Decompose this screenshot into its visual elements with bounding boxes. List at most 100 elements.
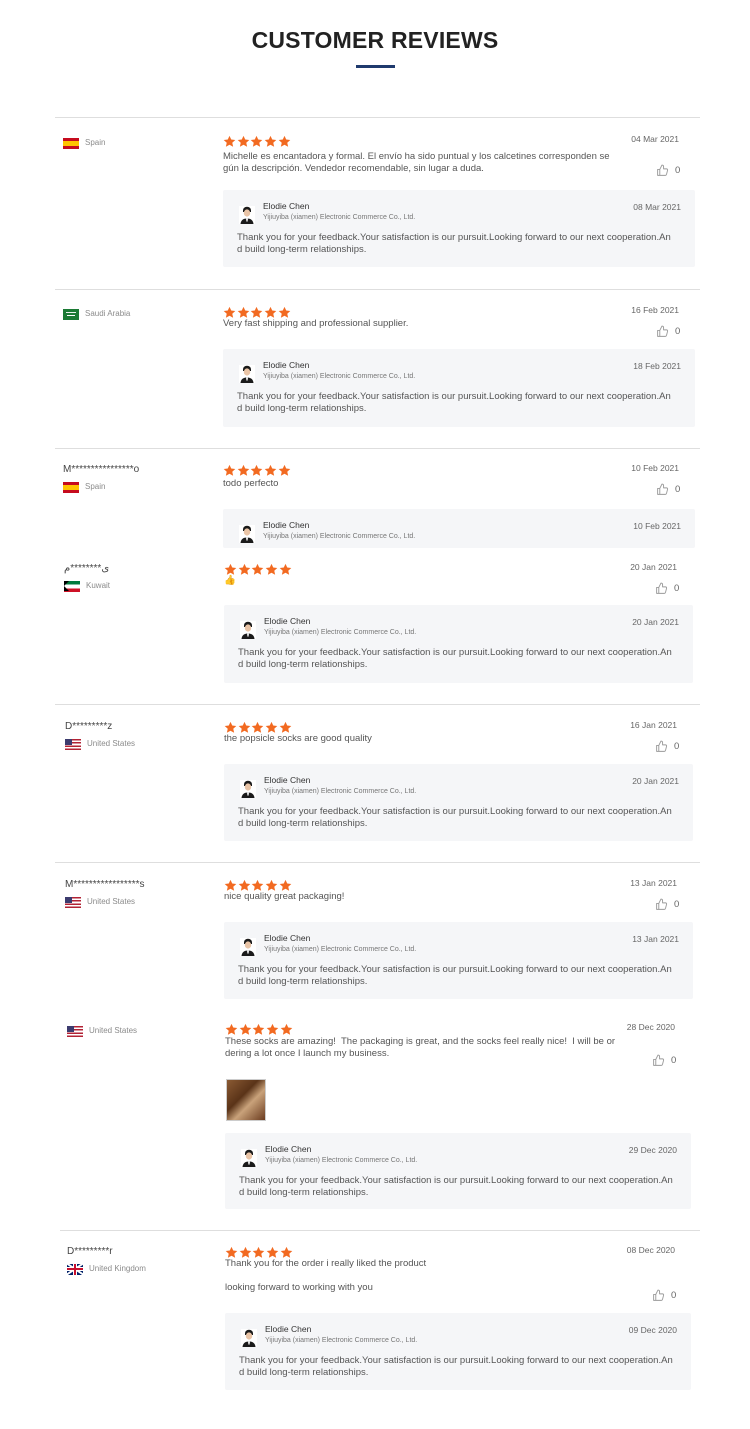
like-button[interactable]: 0 bbox=[655, 582, 679, 595]
like-button[interactable]: 0 bbox=[655, 740, 679, 753]
star-icon bbox=[250, 135, 263, 148]
thumbs-up-icon bbox=[656, 483, 669, 496]
review-date: 20 Jan 2021 bbox=[630, 562, 677, 572]
reply-date: 13 Jan 2021 bbox=[632, 934, 679, 944]
review-date: 08 Dec 2020 bbox=[626, 1245, 675, 1255]
reviewer-name: D*********z bbox=[65, 721, 113, 732]
like-button[interactable]: 0 bbox=[655, 898, 679, 911]
country-name: United Kingdom bbox=[89, 1264, 146, 1273]
reviewer-info: M****************o Spain bbox=[63, 464, 139, 493]
review-text: 👍 bbox=[224, 575, 236, 586]
like-button[interactable]: 0 bbox=[652, 1289, 676, 1302]
like-count: 0 bbox=[675, 165, 681, 176]
reply-date: 18 Feb 2021 bbox=[633, 361, 681, 371]
star-rating bbox=[223, 135, 291, 148]
star-icon bbox=[264, 135, 277, 148]
review-text: the popsicle socks are good quality bbox=[224, 733, 372, 744]
country-name: United States bbox=[87, 897, 136, 906]
reviewer-info: United States bbox=[67, 1025, 137, 1037]
review-date: 28 Dec 2020 bbox=[626, 1022, 675, 1032]
reply-author: Elodie Chen bbox=[263, 201, 310, 211]
reviewer-info: Saudi Arabia bbox=[63, 308, 130, 320]
like-button[interactable]: 0 bbox=[656, 164, 680, 177]
like-count: 0 bbox=[674, 583, 680, 594]
star-icon bbox=[280, 1023, 293, 1036]
reply-text: Thank you for your feedback.Your satisfa… bbox=[238, 964, 672, 987]
review-date: 16 Jan 2021 bbox=[630, 720, 677, 730]
like-button[interactable]: 0 bbox=[656, 483, 680, 496]
like-count: 0 bbox=[674, 899, 680, 910]
reviewer-name: D*********r bbox=[67, 1246, 113, 1257]
seller-reply: Elodie Chen Yijiuyiba (xiamen) Electronic… bbox=[223, 349, 695, 427]
seller-reply: Elodie Chen Yijiuyiba (xiamen) Electronic… bbox=[225, 1313, 691, 1390]
reply-date: 09 Dec 2020 bbox=[628, 1325, 677, 1335]
reply-text: Thank you for your feedback.Your satisfa… bbox=[237, 391, 671, 414]
reply-author: Elodie Chen bbox=[263, 520, 310, 530]
like-button[interactable]: 0 bbox=[652, 1054, 676, 1067]
like-count: 0 bbox=[671, 1290, 677, 1301]
star-icon bbox=[239, 1023, 252, 1036]
seller-reply: Elodie Chen Yijiuyiba (xiamen) Electronic… bbox=[223, 509, 695, 548]
review-text: Thank you for the order i really liked t… bbox=[225, 1258, 427, 1293]
star-icon bbox=[237, 464, 250, 477]
reply-author: Elodie Chen bbox=[263, 360, 310, 370]
country-name: Spain bbox=[85, 482, 106, 491]
review-divider bbox=[55, 448, 700, 449]
like-count: 0 bbox=[671, 1055, 677, 1066]
like-button[interactable]: 0 bbox=[656, 325, 680, 338]
person-avatar-icon bbox=[239, 365, 255, 383]
reply-date: 10 Feb 2021 bbox=[633, 521, 681, 531]
person-avatar-icon bbox=[239, 525, 255, 543]
review-text: Michelle es encantadora y formal. El env… bbox=[223, 151, 610, 174]
reply-date: 20 Jan 2021 bbox=[632, 617, 679, 627]
reply-author: Elodie Chen bbox=[265, 1324, 312, 1334]
reviewer-info: D*********r United Kingdom bbox=[67, 1246, 146, 1275]
country-flag-icon bbox=[65, 896, 81, 908]
reply-company: Yijiuyiba (xiamen) Electronic Commerce C… bbox=[264, 788, 417, 795]
like-count: 0 bbox=[675, 484, 681, 495]
reply-text: Thank you for your feedback.Your satisfa… bbox=[239, 1175, 673, 1198]
review-text: These socks are amazing! The packaging i… bbox=[225, 1036, 616, 1059]
reply-author: Elodie Chen bbox=[265, 1144, 312, 1154]
reviewer-country: Spain bbox=[63, 137, 105, 149]
reply-company: Yijiuyiba (xiamen) Electronic Commerce C… bbox=[265, 1157, 418, 1164]
thumbs-up-icon bbox=[652, 1289, 665, 1302]
review-date: 10 Feb 2021 bbox=[631, 463, 679, 473]
country-name: Spain bbox=[85, 138, 106, 147]
reply-author: Elodie Chen bbox=[264, 775, 311, 785]
person-avatar-icon bbox=[241, 1149, 257, 1167]
country-name: Saudi Arabia bbox=[85, 309, 131, 318]
person-avatar-icon bbox=[240, 780, 256, 798]
country-name: United States bbox=[87, 739, 136, 748]
country-flag-icon bbox=[63, 137, 79, 149]
person-avatar-icon bbox=[239, 206, 255, 224]
country-flag-icon bbox=[63, 308, 79, 320]
reviewer-country: United States bbox=[65, 738, 135, 750]
star-icon bbox=[223, 135, 236, 148]
review-text: nice quality great packaging! bbox=[224, 891, 345, 902]
reviewer-info: D*********z United States bbox=[65, 721, 135, 750]
reviewer-country: Kuwait bbox=[64, 580, 110, 592]
star-icon bbox=[252, 1023, 265, 1036]
seller-reply: Elodie Chen Yijiuyiba (xiamen) Electronic… bbox=[224, 605, 693, 683]
reply-company: Yijiuyiba (xiamen) Electronic Commerce C… bbox=[263, 373, 416, 380]
thumbs-up-icon bbox=[656, 164, 669, 177]
reviewer-country: Saudi Arabia bbox=[63, 308, 130, 320]
country-flag-icon bbox=[64, 580, 80, 592]
reply-company: Yijiuyiba (xiamen) Electronic Commerce C… bbox=[263, 533, 416, 540]
star-icon bbox=[278, 135, 291, 148]
reply-author: Elodie Chen bbox=[264, 616, 311, 626]
review-photo[interactable] bbox=[226, 1079, 266, 1121]
reviewer-country: United States bbox=[65, 896, 145, 908]
person-avatar-icon bbox=[240, 938, 256, 956]
reviewer-name: M****************o bbox=[63, 464, 140, 475]
reply-author: Elodie Chen bbox=[264, 933, 311, 943]
reviewer-info: Spain bbox=[63, 137, 105, 149]
star-rating bbox=[225, 1023, 293, 1036]
review-divider bbox=[55, 289, 700, 290]
reply-company: Yijiuyiba (xiamen) Electronic Commerce C… bbox=[264, 629, 417, 636]
star-icon bbox=[237, 135, 250, 148]
seller-reply: Elodie Chen Yijiuyiba (xiamen) Electronic… bbox=[225, 1133, 691, 1209]
reply-date: 29 Dec 2020 bbox=[628, 1145, 677, 1155]
star-icon bbox=[278, 464, 291, 477]
